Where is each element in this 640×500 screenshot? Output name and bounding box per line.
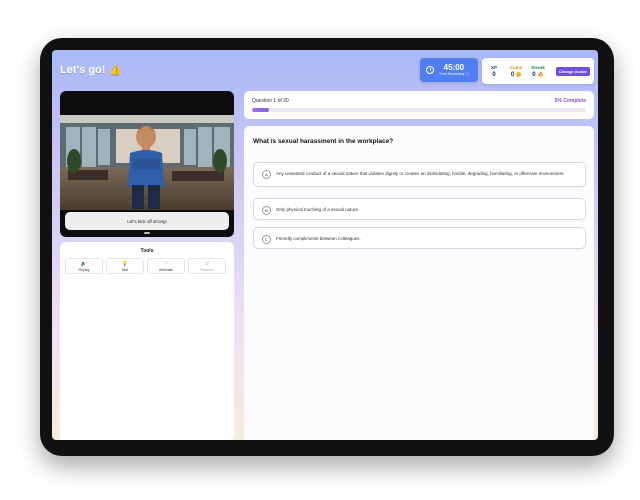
option-text-a: Any unwanted conduct of a sexual nature …: [276, 171, 565, 176]
speaker-icon: 🔈: [80, 260, 88, 267]
lightbulb-icon: 💡: [121, 260, 129, 267]
progress-bar: [252, 108, 586, 112]
question-card: What is sexual harassment in the workpla…: [244, 126, 594, 440]
previous-button[interactable]: ↺ Previous: [188, 258, 226, 274]
thumbs-up-icon: 👍: [109, 64, 122, 76]
coins-value-wrap: 0: [510, 71, 522, 79]
coins-stat: Coins 0: [508, 64, 524, 79]
avatar-video-panel[interactable]: Let's kick off strong!: [60, 91, 234, 237]
question-counter: Question 1 of 20: [252, 98, 289, 104]
video-progress-indicator: [144, 232, 150, 234]
coins-label: Coins: [509, 64, 523, 70]
option-letter-b: B: [262, 206, 271, 215]
hint-label: Hint: [121, 267, 129, 272]
answer-option-a[interactable]: A Any unwanted conduct of a sexual natur…: [253, 162, 586, 187]
tools-panel: Tools 🔈 Replay 💡 Hint ♡ Motivate ↺ Previ…: [60, 242, 234, 440]
streak-stat: Streak 0 🔥: [530, 64, 546, 79]
title-text: Let's go!: [60, 64, 106, 76]
coins-value: 0: [510, 71, 515, 78]
timer-label: Time Remaining ⓘ: [439, 72, 469, 76]
replay-button[interactable]: 🔈 Replay: [65, 258, 103, 274]
undo-icon: ↺: [204, 260, 210, 267]
app-screen: Let's go! 👍 45:00 Time Remaining ⓘ XP 0 …: [52, 50, 598, 440]
streak-label: Streak: [531, 64, 545, 70]
replay-label: Replay: [78, 267, 90, 272]
flame-icon: 🔥: [537, 71, 544, 78]
question-text: What is sexual harassment in the workpla…: [253, 138, 394, 145]
progress-card: Question 1 of 20 5% Complete: [244, 91, 594, 119]
stats-panel: XP 0 Coins 0 Streak 0 🔥 Change Avatar: [482, 58, 594, 84]
timer-badge: 45:00 Time Remaining ⓘ: [420, 58, 478, 82]
tools-row: 🔈 Replay 💡 Hint ♡ Motivate ↺ Previous: [60, 254, 234, 274]
option-text-b: Only physical touching of a sexual natur…: [276, 207, 360, 212]
streak-value-wrap: 0 🔥: [532, 71, 544, 79]
streak-value: 0: [532, 71, 536, 78]
answer-option-b[interactable]: B Only physical touching of a sexual nat…: [253, 198, 586, 220]
avatar-scene-image: [60, 115, 234, 210]
progress-bar-fill: [252, 108, 269, 112]
xp-value-wrap: 0: [492, 71, 495, 79]
previous-label: Previous: [200, 267, 214, 272]
xp-label: XP: [491, 64, 498, 70]
xp-value: 0: [492, 71, 496, 78]
coin-icon: [516, 72, 522, 77]
answer-option-c[interactable]: C Friendly compliments between colleague…: [253, 227, 586, 249]
hint-button[interactable]: 💡 Hint: [106, 258, 144, 274]
motivate-label: Motivate: [159, 267, 173, 272]
heart-icon: ♡: [163, 260, 169, 267]
option-letter-c: C: [262, 235, 271, 244]
motivate-button[interactable]: ♡ Motivate: [147, 258, 185, 274]
option-letter-a: A: [262, 170, 271, 179]
xp-stat: XP 0: [486, 64, 502, 79]
completion-percent: 5% Complete: [554, 98, 586, 104]
option-text-c: Friendly compliments between colleagues.: [276, 236, 361, 241]
page-title: Let's go! 👍: [60, 64, 122, 76]
clock-icon: [426, 66, 434, 74]
change-avatar-button[interactable]: Change Avatar: [556, 66, 590, 76]
timer-value: 45:00: [443, 63, 465, 72]
avatar-caption: Let's kick off strong!: [65, 212, 229, 230]
